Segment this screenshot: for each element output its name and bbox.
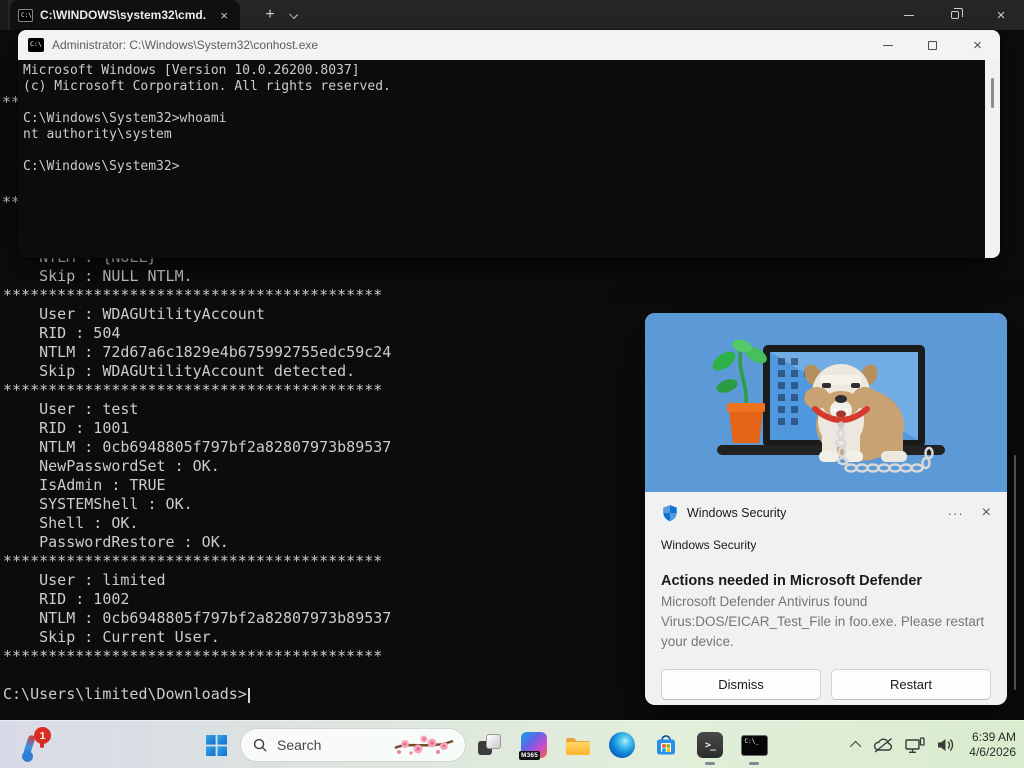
clock[interactable]: 6:39 AM 4/6/2026 bbox=[969, 730, 1016, 760]
speaker-icon bbox=[936, 737, 955, 753]
conhost-scrollbar-thumb[interactable] bbox=[991, 78, 994, 108]
tray-date: 4/6/2026 bbox=[969, 745, 1016, 760]
notification-header: Windows Security ··· × bbox=[661, 504, 991, 522]
file-explorer-icon bbox=[565, 734, 591, 756]
maximize-icon bbox=[928, 41, 937, 50]
m365-copilot-icon: M365 bbox=[521, 732, 547, 758]
conhost-title: Administrator: C:\Windows\System32\conho… bbox=[52, 38, 318, 52]
tray-time: 6:39 AM bbox=[969, 730, 1016, 745]
conhost-titlebar[interactable]: C:\ Administrator: C:\Windows\System32\c… bbox=[18, 30, 1000, 60]
volume-button[interactable] bbox=[936, 737, 955, 753]
tab-close-icon[interactable]: × bbox=[216, 7, 232, 24]
minimize-icon bbox=[904, 15, 914, 16]
terminal-scrollbar[interactable] bbox=[1014, 455, 1016, 690]
task-view-button[interactable] bbox=[470, 723, 510, 767]
cherry-blossom-decoration bbox=[393, 733, 455, 757]
terminal-output: NTLM : {NULL} Skip : NULL NTLM. ********… bbox=[3, 248, 391, 704]
new-tab-button[interactable]: + bbox=[258, 4, 282, 26]
minimize-icon bbox=[883, 45, 893, 46]
weather-thermometer-bulb bbox=[22, 751, 33, 762]
chevron-down-icon bbox=[289, 10, 298, 19]
watchdog-illustration-svg bbox=[645, 313, 1007, 492]
conhost-body[interactable]: Microsoft Windows [Version 10.0.26200.80… bbox=[18, 60, 1000, 258]
conhost-output: Microsoft Windows [Version 10.0.26200.80… bbox=[23, 63, 391, 175]
widgets-button[interactable]: 1 bbox=[16, 725, 60, 765]
tray-overflow-button[interactable] bbox=[853, 741, 861, 749]
terminal-window-controls: × bbox=[886, 0, 1024, 30]
restore-icon bbox=[951, 11, 959, 19]
network-button[interactable] bbox=[905, 737, 925, 754]
restart-button[interactable]: Restart bbox=[831, 669, 991, 700]
cmd-icon: C:\_ bbox=[741, 735, 768, 756]
conhost-window-controls: × bbox=[865, 30, 1000, 60]
conhost-window: C:\ Administrator: C:\Windows\System32\c… bbox=[18, 30, 1000, 258]
terminal-tab-bar: C:\ C:\WINDOWS\system32\cmd. × + × bbox=[0, 0, 1024, 30]
dismiss-button[interactable]: Dismiss bbox=[661, 669, 821, 700]
notification-subtitle: Windows Security bbox=[661, 538, 991, 552]
system-tray: 6:39 AM 4/6/2026 bbox=[853, 723, 1016, 767]
cmd-icon: C:\ bbox=[28, 38, 44, 52]
desktop: C:\ C:\WINDOWS\system32\cmd. × + × ** **… bbox=[0, 0, 1024, 768]
tabbar-corner bbox=[0, 0, 8, 30]
windows-security-shield-icon bbox=[661, 504, 679, 522]
taskbar-app-cmd[interactable]: C:\_ bbox=[734, 723, 774, 767]
conhost-close-button[interactable]: × bbox=[955, 30, 1000, 60]
restore-button[interactable] bbox=[932, 0, 978, 30]
m365-label: M365 bbox=[519, 751, 540, 760]
taskbar-app-microsoft-store[interactable] bbox=[646, 723, 686, 767]
windows-logo-icon bbox=[206, 735, 227, 756]
notification-more-icon[interactable]: ··· bbox=[948, 506, 964, 521]
notification-heading: Actions needed in Microsoft Defender bbox=[661, 573, 991, 589]
conhost-scrollbar[interactable] bbox=[985, 60, 1000, 258]
taskbar-app-windows-terminal[interactable]: >_ bbox=[690, 723, 730, 767]
microsoft-store-icon bbox=[654, 733, 678, 757]
defender-illustration bbox=[645, 313, 1007, 492]
close-button[interactable]: × bbox=[978, 0, 1024, 30]
terminal-caret bbox=[248, 688, 250, 703]
windows-terminal-icon: >_ bbox=[697, 732, 723, 758]
ethernet-icon bbox=[905, 737, 925, 754]
search-icon bbox=[253, 738, 268, 753]
task-view-icon bbox=[477, 733, 503, 757]
taskbar-app-copilot-m365[interactable]: M365 bbox=[514, 723, 554, 767]
notification-count-badge: 1 bbox=[34, 727, 51, 744]
close-icon: × bbox=[997, 8, 1006, 23]
notification-actions: Dismiss Restart bbox=[661, 669, 991, 700]
notification-panel: Windows Security ··· × Windows Security … bbox=[645, 492, 1007, 700]
conhost-minimize-button[interactable] bbox=[865, 30, 910, 60]
tab-title: C:\WINDOWS\system32\cmd. bbox=[40, 8, 206, 22]
chevron-up-icon bbox=[850, 741, 861, 752]
taskbar: 1 Search bbox=[0, 720, 1024, 768]
running-indicator bbox=[705, 762, 715, 765]
start-button[interactable] bbox=[196, 723, 236, 767]
taskbar-app-edge[interactable] bbox=[602, 723, 642, 767]
windows-security-notification: Windows Security ··· × Windows Security … bbox=[645, 313, 1007, 705]
taskbar-center: Search bbox=[196, 723, 774, 767]
tab-dropdown-button[interactable] bbox=[290, 11, 299, 20]
onedrive-status-button[interactable] bbox=[872, 737, 894, 754]
tab-cmd[interactable]: C:\ C:\WINDOWS\system32\cmd. × bbox=[10, 0, 240, 30]
close-icon: × bbox=[973, 37, 982, 54]
taskbar-app-file-explorer[interactable] bbox=[558, 723, 598, 767]
notification-close-icon[interactable]: × bbox=[982, 505, 991, 521]
edge-icon bbox=[609, 732, 635, 758]
running-indicator bbox=[749, 762, 759, 765]
notification-body: Microsoft Defender Antivirus found Virus… bbox=[661, 592, 993, 652]
notification-app-name: Windows Security bbox=[687, 506, 786, 520]
minimize-button[interactable] bbox=[886, 0, 932, 30]
search-box[interactable]: Search bbox=[240, 728, 466, 762]
cloud-slash-icon bbox=[872, 737, 894, 754]
search-placeholder: Search bbox=[277, 737, 321, 753]
conhost-maximize-button[interactable] bbox=[910, 30, 955, 60]
cmd-icon: C:\ bbox=[18, 9, 33, 22]
